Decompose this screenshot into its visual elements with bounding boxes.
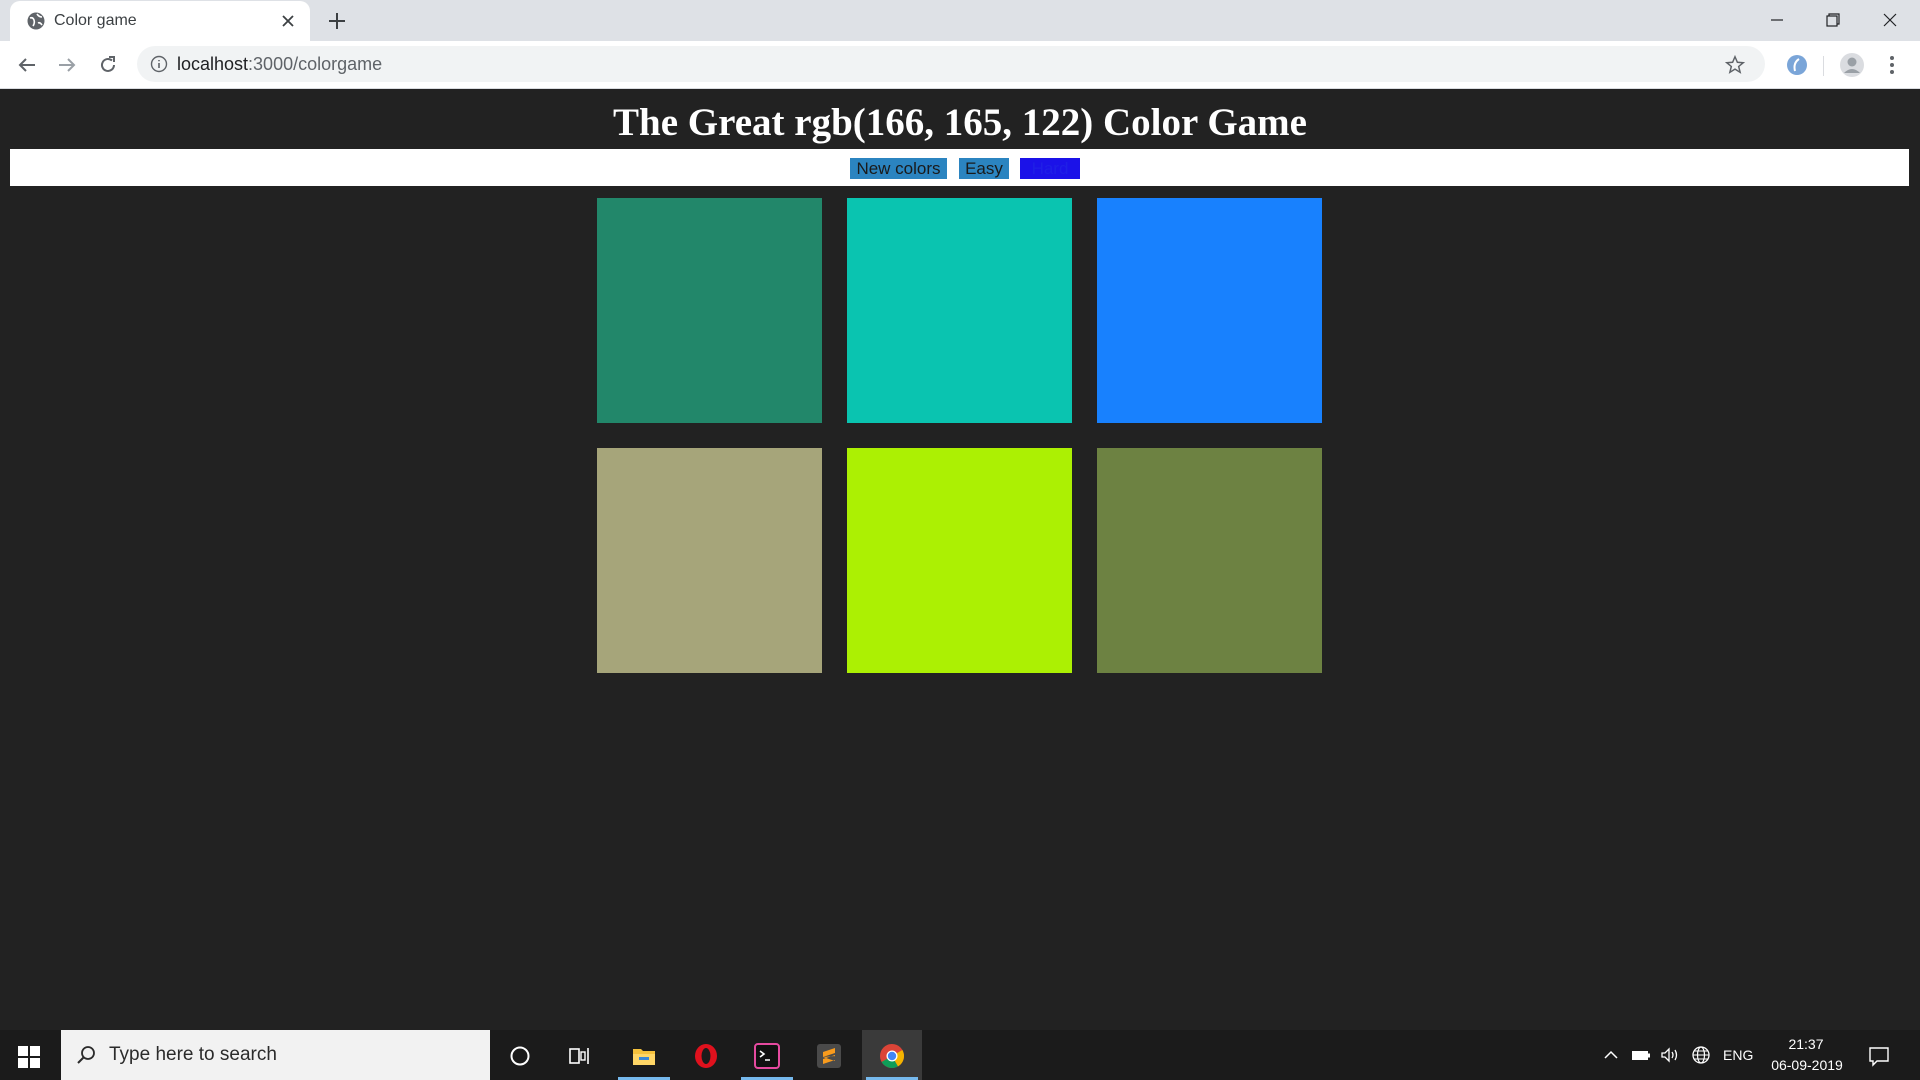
notification-center-icon[interactable] [1868,1045,1890,1067]
url-host: localhost [177,54,249,74]
color-square[interactable] [847,198,1072,423]
easy-mode-button[interactable]: Easy [959,158,1009,179]
chrome-icon [880,1044,905,1069]
taskbar-sublime[interactable] [799,1030,859,1080]
extension-icon[interactable] [1785,53,1809,77]
toolbar-separator [1823,56,1824,76]
taskbar-chrome[interactable] [862,1030,922,1080]
volume-icon[interactable] [1659,1045,1681,1065]
url-text: localhost:3000/colorgame [177,54,382,75]
sublime-text-icon [817,1044,841,1068]
browser-tab-strip: Color game [0,0,1920,41]
hard-mode-button[interactable]: Hard [1020,158,1080,179]
back-icon[interactable] [15,53,39,77]
search-placeholder: Type here to search [109,1044,277,1065]
bookmark-star-icon[interactable] [1724,54,1746,76]
info-icon[interactable] [150,55,168,73]
input-language[interactable]: ENG [1723,1047,1753,1063]
clock-time[interactable]: 21:37 [1787,1036,1825,1052]
globe-icon [27,12,45,30]
taskbar-terminal[interactable] [737,1030,797,1080]
windows-start-icon[interactable] [18,1046,40,1068]
color-square[interactable] [597,448,822,673]
reload-icon[interactable] [96,53,120,77]
browser-tab[interactable]: Color game [10,1,310,41]
page-title: The Great rgb(166, 165, 122) Color Game [613,101,1307,144]
search-icon [77,1046,95,1064]
minimize-icon[interactable] [1765,8,1789,32]
address-bar[interactable]: localhost:3000/colorgame [137,46,1765,82]
new-colors-button[interactable]: New colors [850,158,947,179]
cortana-icon[interactable] [507,1043,533,1069]
task-view-icon[interactable] [567,1043,593,1069]
new-tab-icon[interactable] [326,10,348,32]
opera-icon [695,1044,717,1068]
url-path: :3000/colorgame [248,54,383,74]
browser-toolbar: localhost:3000/colorgame [0,41,1920,89]
more-menu-icon[interactable] [1883,54,1901,76]
folder-icon [633,1049,655,1065]
taskbar-opera[interactable] [676,1030,736,1080]
color-square[interactable] [847,448,1072,673]
color-square[interactable] [1097,198,1322,423]
battery-icon[interactable] [1630,1045,1652,1065]
tab-title: Color game [54,12,137,29]
clock-date[interactable]: 06-09-2019 [1766,1057,1848,1073]
color-square[interactable] [1097,448,1322,673]
profile-avatar-icon[interactable] [1839,52,1865,78]
close-tab-icon[interactable] [280,13,296,29]
windows-taskbar: Type here to search ENG 21:37 06-09-2019 [0,1030,1920,1080]
taskbar-file-explorer[interactable] [614,1030,674,1080]
restore-icon[interactable] [1821,8,1845,32]
show-hidden-icons-chevron-icon[interactable] [1600,1045,1622,1065]
terminal-icon [754,1043,780,1069]
color-square[interactable] [597,198,822,423]
network-globe-icon[interactable] [1690,1045,1712,1065]
forward-icon[interactable] [55,53,79,77]
controls-bar: New colors Easy Hard [10,149,1909,186]
close-window-icon[interactable] [1878,8,1902,32]
taskbar-search-box[interactable]: Type here to search [61,1030,490,1080]
